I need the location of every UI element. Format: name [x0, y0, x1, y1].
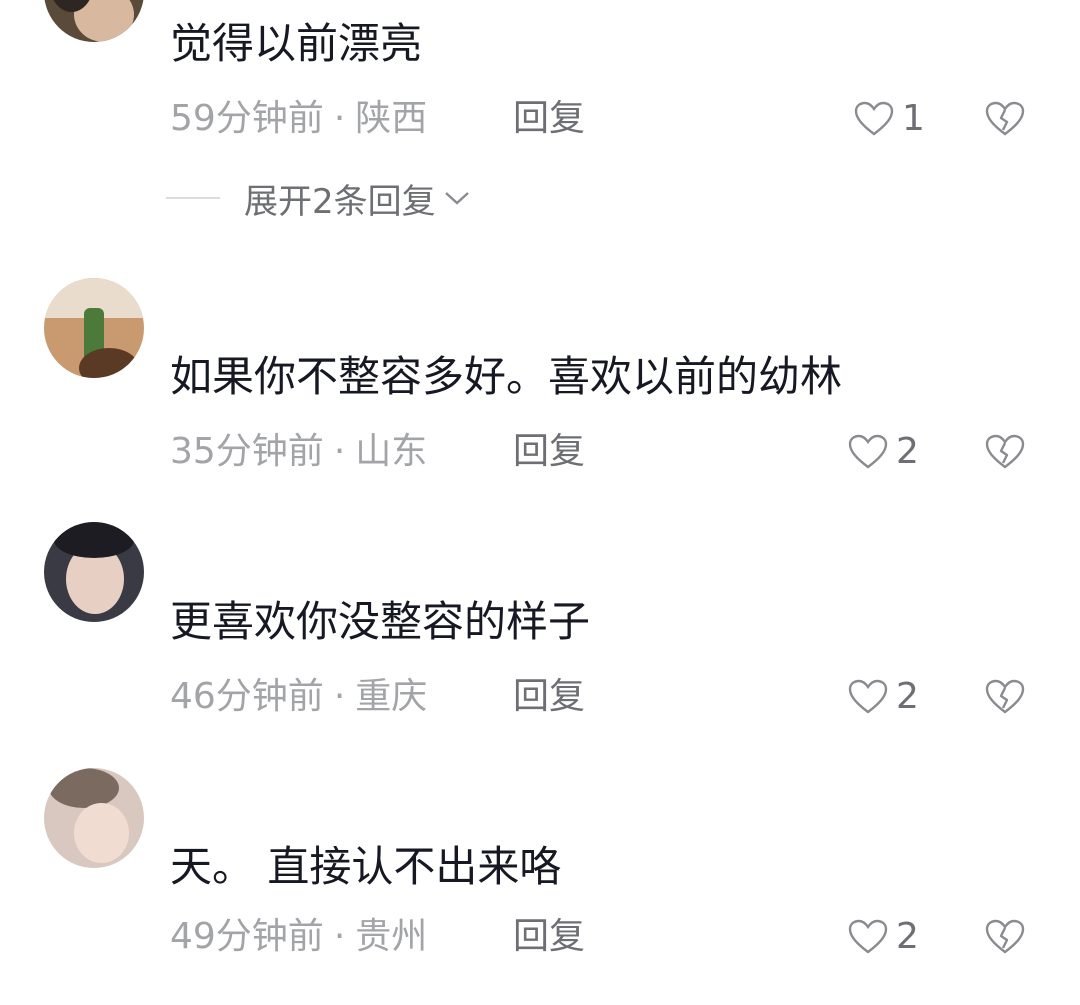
avatar[interactable] — [44, 768, 144, 868]
comment-location: 贵州 — [355, 916, 428, 957]
comment-item: 觉得以前漂亮 59分钟前 · 陕西 回复 1 展开2条回复 — [0, 0, 1080, 240]
comment-text: 如果你不整容多好。喜欢以前的幼林 — [170, 352, 843, 401]
comment-text: 更喜欢你没整容的样子 — [170, 597, 591, 646]
reply-button[interactable]: 回复 — [513, 675, 585, 719]
reply-button[interactable]: 回复 — [513, 97, 585, 141]
separator: · — [333, 431, 346, 472]
comment-location: 陕西 — [355, 98, 428, 139]
broken-heart-icon[interactable] — [985, 918, 1025, 956]
comment-meta: 49分钟前 · 贵州 — [170, 915, 427, 959]
heart-outline-icon — [848, 434, 888, 469]
like-button[interactable]: 2 — [848, 915, 919, 959]
separator: · — [333, 98, 346, 139]
like-count: 2 — [896, 916, 919, 957]
reply-button[interactable]: 回复 — [513, 915, 585, 959]
comment-item: 天。 直接认不出来咯 49分钟前 · 贵州 回复 2 — [0, 765, 1080, 1005]
like-button[interactable]: 2 — [848, 675, 919, 719]
like-button[interactable]: 2 — [848, 430, 919, 474]
expand-replies-label: 展开2条回复 — [244, 181, 436, 222]
avatar[interactable] — [44, 522, 144, 622]
comment-meta: 35分钟前 · 山东 — [170, 430, 427, 474]
broken-heart-icon[interactable] — [985, 100, 1025, 138]
username[interactable] — [170, 552, 350, 572]
comment-time: 35分钟前 — [170, 431, 324, 472]
separator: · — [333, 676, 346, 717]
comment-time: 59分钟前 — [170, 98, 324, 139]
avatar[interactable] — [44, 0, 144, 42]
avatar[interactable] — [44, 278, 144, 378]
comment-meta: 46分钟前 · 重庆 — [170, 675, 427, 719]
comment-text: 觉得以前漂亮 — [170, 19, 423, 68]
separator: · — [333, 916, 346, 957]
like-button[interactable]: 1 — [854, 97, 925, 141]
comment-location: 重庆 — [355, 676, 428, 717]
comment-item: 如果你不整容多好。喜欢以前的幼林 35分钟前 · 山东 回复 2 — [0, 275, 1080, 515]
like-count: 1 — [902, 98, 925, 139]
chevron-down-icon — [444, 192, 469, 205]
comment-time: 49分钟前 — [170, 916, 324, 957]
comment-text: 天。 直接认不出来咯 — [170, 842, 562, 891]
comment-location: 山东 — [355, 431, 428, 472]
comment-item: 更喜欢你没整容的样子 46分钟前 · 重庆 回复 2 — [0, 520, 1080, 760]
divider — [166, 197, 220, 199]
comment-time: 46分钟前 — [170, 676, 324, 717]
expand-replies-button[interactable]: 展开2条回复 — [166, 176, 472, 222]
username[interactable] — [170, 315, 350, 335]
broken-heart-icon[interactable] — [985, 678, 1025, 716]
comment-meta: 59分钟前 · 陕西 — [170, 97, 427, 141]
heart-outline-icon — [848, 919, 888, 954]
reply-button[interactable]: 回复 — [513, 430, 585, 474]
heart-outline-icon — [848, 679, 888, 714]
heart-outline-icon — [854, 101, 894, 136]
broken-heart-icon[interactable] — [985, 433, 1025, 471]
username[interactable] — [170, 777, 350, 797]
like-count: 2 — [896, 676, 919, 717]
like-count: 2 — [896, 431, 919, 472]
